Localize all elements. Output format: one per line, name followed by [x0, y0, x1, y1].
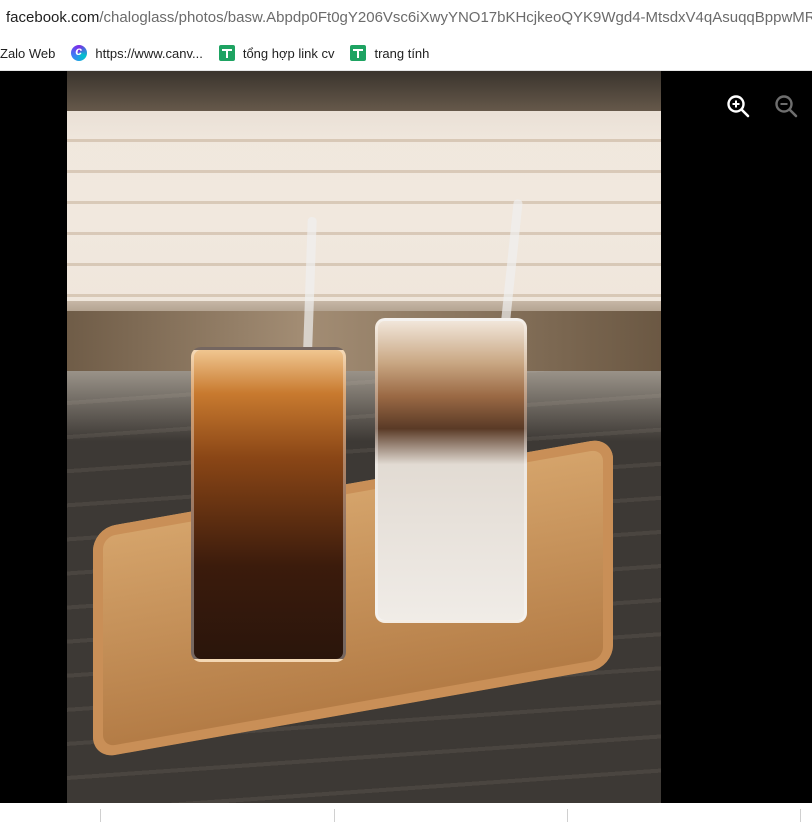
- zoom-in-icon: [727, 95, 750, 118]
- divider: [567, 809, 568, 822]
- google-sheets-icon: [350, 45, 367, 61]
- zoom-in-button[interactable]: [725, 93, 751, 119]
- bookmark-label: tổng hợp link cv: [242, 45, 335, 61]
- canva-icon: [71, 44, 88, 61]
- url-path: /chaloglass/photos/basw.Abpdp0Ft0gY206Vs…: [99, 9, 812, 26]
- bookmark-tong-hop-link-cv[interactable]: tổng hợp link cv: [218, 36, 335, 70]
- photo-iced-coffee-glasses: [67, 71, 661, 803]
- bookmark-zalo-web[interactable]: Zalo Web: [0, 36, 55, 70]
- photo-viewer: [0, 71, 812, 803]
- bottom-strip: [0, 803, 812, 822]
- divider: [334, 809, 335, 822]
- bookmark-label: trang tính: [374, 45, 430, 61]
- zoom-out-button[interactable]: [773, 93, 799, 119]
- photo-bench: [67, 111, 661, 301]
- photo-bench-shadow: [67, 311, 661, 371]
- bookmark-trang-tinh[interactable]: trang tính: [350, 36, 429, 70]
- google-sheets-icon: [218, 45, 235, 61]
- url-host: facebook.com: [6, 9, 100, 26]
- bookmark-label: https://www.canv...: [95, 45, 203, 61]
- photo-black-coffee-glass: [191, 347, 346, 662]
- photo-light: [67, 371, 661, 441]
- bookmarks-bar: Zalo Web https://www.canv... tổng hợp li…: [0, 36, 812, 71]
- address-bar[interactable]: facebook.com/chaloglass/photos/basw.Abpd…: [0, 0, 812, 36]
- bookmark-canva[interactable]: https://www.canv...: [71, 36, 203, 70]
- bookmark-label: Zalo Web: [0, 45, 56, 61]
- zoom-out-icon: [775, 95, 798, 118]
- divider: [800, 809, 801, 822]
- divider: [100, 809, 101, 822]
- photo-milk-coffee-glass: [375, 318, 527, 623]
